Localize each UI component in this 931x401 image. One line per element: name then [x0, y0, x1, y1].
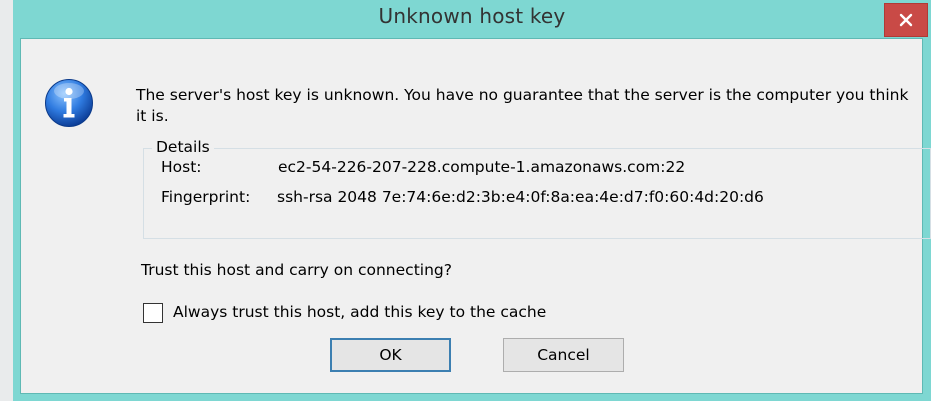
- close-button[interactable]: [884, 3, 928, 37]
- dialog-body: The server's host key is unknown. You ha…: [20, 38, 931, 394]
- fingerprint-value: ssh-rsa 2048 7e:74:6e:d2:3b:e4:0f:8a:ea:…: [277, 188, 764, 206]
- dialog-title: Unknown host key: [378, 4, 566, 28]
- close-icon: [899, 13, 913, 27]
- trust-question: Trust this host and carry on connecting?: [141, 261, 452, 279]
- cancel-button[interactable]: Cancel: [503, 338, 624, 372]
- always-trust-label[interactable]: Always trust this host, add this key to …: [173, 303, 546, 321]
- host-value: ec2-54-226-207-228.compute-1.amazonaws.c…: [278, 158, 686, 176]
- fingerprint-label: Fingerprint:: [161, 188, 251, 206]
- details-legend: Details: [152, 138, 214, 156]
- dialog-window: Unknown host key The server's host key i…: [13, 0, 931, 401]
- info-icon: [45, 79, 93, 127]
- message-text: The server's host key is unknown. You ha…: [136, 86, 909, 125]
- always-trust-checkbox[interactable]: [143, 303, 163, 323]
- host-label: Host:: [161, 158, 202, 176]
- title-bar[interactable]: Unknown host key: [13, 0, 931, 38]
- ok-button[interactable]: OK: [330, 338, 451, 372]
